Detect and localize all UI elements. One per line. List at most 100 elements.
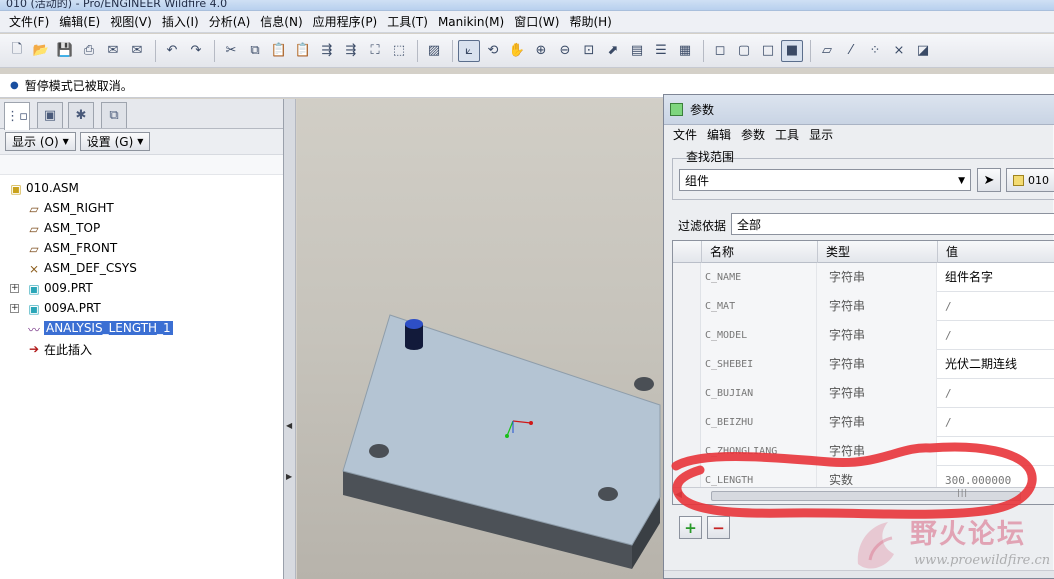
hidden-line-icon[interactable]: ▢ <box>733 40 755 62</box>
menu-item[interactable]: 信息(N) <box>255 11 307 33</box>
favorites-tab[interactable]: ✱ <box>68 102 94 128</box>
tree-item[interactable]: ▱ ASM_TOP <box>0 219 283 239</box>
param-type-cell[interactable]: 字符串 <box>817 379 937 408</box>
param-type-cell[interactable]: 字符串 <box>817 263 937 292</box>
tree-item[interactable]: + ▣ 009.PRT <box>0 279 283 299</box>
datum-axes-icon[interactable]: ⁄ <box>840 40 862 62</box>
dialog-menu-item[interactable]: 编辑 <box>702 125 736 145</box>
param-value-cell[interactable]: 光伏二期连线 <box>937 350 1054 379</box>
menu-item[interactable]: Manikin(M) <box>433 11 509 33</box>
annotations-icon[interactable]: ◪ <box>912 40 934 62</box>
model-select-button[interactable]: 010 <box>1006 168 1054 192</box>
param-name-cell[interactable]: C_NAME <box>701 263 817 292</box>
collapse-left-icon[interactable]: ◀ <box>286 421 292 430</box>
table-row[interactable]: C_BUJIAN 字符串 / <box>673 379 1054 408</box>
wireframe-icon[interactable]: ◻ <box>709 40 731 62</box>
horizontal-scrollbar[interactable]: ◀ ||| <box>673 487 1054 504</box>
select-box-icon[interactable]: ⬚ <box>388 40 410 62</box>
table-row[interactable]: C_SHEBEI 字符串 光伏二期连线 <box>673 350 1054 379</box>
table-row[interactable]: C_NAME 字符串 组件名字 <box>673 263 1054 292</box>
param-value-cell[interactable]: / <box>937 321 1054 350</box>
row-selector[interactable] <box>673 292 701 321</box>
dialog-menu-item[interactable]: 显示 <box>804 125 838 145</box>
tree-item[interactable]: 〰 ANALYSIS_LENGTH_1 <box>0 319 283 339</box>
scrollbar-thumb[interactable] <box>711 491 1021 501</box>
paste-special-icon[interactable]: 📋 <box>292 40 314 62</box>
model-tree-tab[interactable]: ⋮▫ <box>4 102 30 130</box>
delete-parameter-button[interactable]: − <box>707 516 730 539</box>
add-parameter-button[interactable]: + <box>679 516 702 539</box>
zoom-out-icon[interactable]: ⊖ <box>554 40 576 62</box>
table-row[interactable]: C_MAT 字符串 / <box>673 292 1054 321</box>
show-dropdown-button[interactable]: 显示 (O) ▼ <box>5 132 76 151</box>
row-selector[interactable] <box>673 321 701 350</box>
no-hidden-icon[interactable]: □ <box>757 40 779 62</box>
print-icon[interactable]: ⎙ <box>78 40 100 62</box>
connections-tab[interactable]: ⧉ <box>101 102 127 128</box>
column-header-type[interactable]: 类型 <box>817 241 937 263</box>
menu-item[interactable]: 插入(I) <box>157 11 204 33</box>
table-row[interactable]: C_MODEL 字符串 / <box>673 321 1054 350</box>
row-selector[interactable] <box>673 437 701 466</box>
table-row[interactable]: C_BEIZHU 字符串 / <box>673 408 1054 437</box>
view-manager-icon[interactable]: ▦ <box>674 40 696 62</box>
paste-icon[interactable]: 📋 <box>268 40 290 62</box>
settings-dropdown-button[interactable]: 设置 (G) ▼ <box>79 132 151 151</box>
row-selector[interactable] <box>673 263 701 292</box>
param-type-cell[interactable]: 字符串 <box>817 350 937 379</box>
menu-item[interactable]: 视图(V) <box>105 11 157 33</box>
row-selector[interactable] <box>673 408 701 437</box>
param-value-cell[interactable]: / <box>937 292 1054 321</box>
menu-item[interactable]: 帮助(H) <box>564 11 616 33</box>
datum-points-icon[interactable]: ⁘ <box>864 40 886 62</box>
tree-item[interactable]: ⨯ ASM_DEF_CSYS <box>0 259 283 279</box>
regenerate-manager-icon[interactable]: ⇶ <box>340 40 362 62</box>
pan-icon[interactable]: ✋ <box>506 40 528 62</box>
saved-views-icon[interactable]: ▤ <box>626 40 648 62</box>
param-value-cell[interactable] <box>937 437 1054 466</box>
regenerate-icon[interactable]: ⇶ <box>316 40 338 62</box>
dialog-menu-item[interactable]: 文件 <box>668 125 702 145</box>
email-link-icon[interactable]: ✉ <box>126 40 148 62</box>
tree-item[interactable]: ➔ 在此插入 <box>0 339 283 359</box>
menu-item[interactable]: 文件(F) <box>4 11 54 33</box>
shaded-icon[interactable]: ■ <box>781 39 803 62</box>
filter-select[interactable]: 全部 <box>731 213 1054 235</box>
repaint-icon[interactable]: ▨ <box>423 40 445 62</box>
expand-icon[interactable]: + <box>10 304 19 313</box>
new-icon[interactable]: 🗋 <box>6 40 28 62</box>
param-name-cell[interactable]: C_ZHONGLIANG <box>701 437 817 466</box>
orient-mode-icon[interactable]: ⟲ <box>482 40 504 62</box>
param-value-cell[interactable]: 组件名字 <box>937 263 1054 292</box>
scroll-left-icon[interactable]: ◀ <box>675 490 682 500</box>
param-type-cell[interactable]: 字符串 <box>817 437 937 466</box>
dialog-menu-item[interactable]: 参数 <box>736 125 770 145</box>
panel-splitter[interactable]: ◀ ▶ <box>284 99 296 579</box>
param-value-cell[interactable]: / <box>937 408 1054 437</box>
param-name-cell[interactable]: C_SHEBEI <box>701 350 817 379</box>
expand-right-icon[interactable]: ▶ <box>286 472 292 481</box>
row-selector[interactable] <box>673 350 701 379</box>
param-name-cell[interactable]: C_BUJIAN <box>701 379 817 408</box>
param-name-cell[interactable]: C_BEIZHU <box>701 408 817 437</box>
tree-item[interactable]: ▱ ASM_FRONT <box>0 239 283 259</box>
spin-center-icon[interactable]: ⟀ <box>458 39 480 62</box>
tree-item[interactable]: + ▣ 009A.PRT <box>0 299 283 319</box>
datum-planes-icon[interactable]: ▱ <box>816 40 838 62</box>
param-name-cell[interactable]: C_MAT <box>701 292 817 321</box>
param-type-cell[interactable]: 字符串 <box>817 292 937 321</box>
menu-item[interactable]: 分析(A) <box>204 11 256 33</box>
copy-icon[interactable]: ⧉ <box>244 40 266 62</box>
zoom-in-icon[interactable]: ⊕ <box>530 40 552 62</box>
folder-browser-tab[interactable]: ▣ <box>37 102 63 128</box>
param-type-cell[interactable]: 字符串 <box>817 408 937 437</box>
csys-icon[interactable]: ⨯ <box>888 40 910 62</box>
param-name-cell[interactable]: C_MODEL <box>701 321 817 350</box>
open-icon[interactable]: 📂 <box>30 40 52 62</box>
column-header-name[interactable]: 名称 <box>701 241 817 263</box>
refit-icon[interactable]: ⊡ <box>578 40 600 62</box>
menu-item[interactable]: 工具(T) <box>382 11 433 33</box>
reorient-icon[interactable]: ⬈ <box>602 40 624 62</box>
dialog-menu-item[interactable]: 工具 <box>770 125 804 145</box>
select-object-button[interactable]: ➤ <box>977 168 1001 192</box>
